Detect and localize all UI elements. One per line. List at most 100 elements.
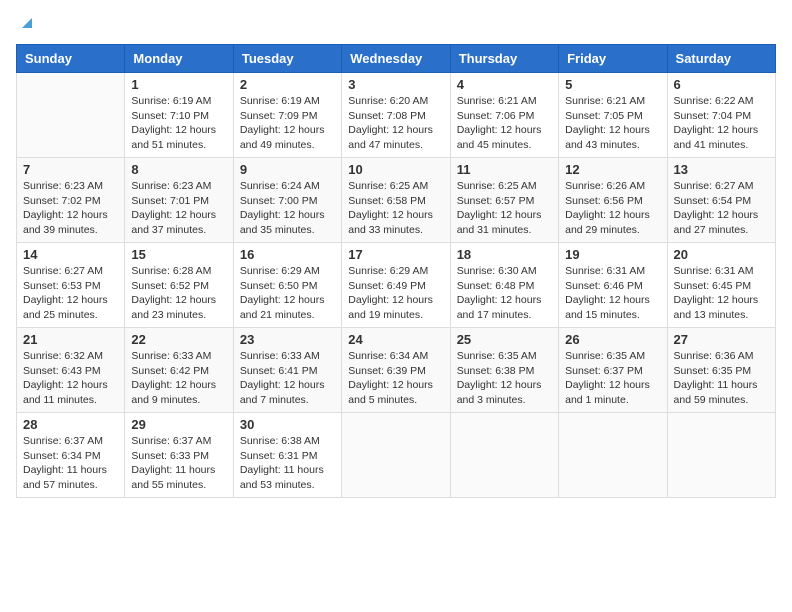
day-number: 23: [240, 332, 335, 347]
calendar-cell: 21 Sunrise: 6:32 AM Sunset: 6:43 PM Dayli…: [17, 328, 125, 413]
calendar-cell: 15 Sunrise: 6:28 AM Sunset: 6:52 PM Dayli…: [125, 243, 233, 328]
day-number: 29: [131, 417, 226, 432]
day-info: Sunrise: 6:30 AM Sunset: 6:48 PM Dayligh…: [457, 264, 552, 323]
calendar-cell: 24 Sunrise: 6:34 AM Sunset: 6:39 PM Dayli…: [342, 328, 450, 413]
day-number: 21: [23, 332, 118, 347]
day-number: 22: [131, 332, 226, 347]
calendar-cell: [450, 413, 558, 498]
day-number: 6: [674, 77, 769, 92]
page-header: [16, 16, 776, 32]
calendar-cell: 9 Sunrise: 6:24 AM Sunset: 7:00 PM Daylig…: [233, 158, 341, 243]
calendar-cell: 16 Sunrise: 6:29 AM Sunset: 6:50 PM Dayli…: [233, 243, 341, 328]
day-number: 28: [23, 417, 118, 432]
calendar-cell: 12 Sunrise: 6:26 AM Sunset: 6:56 PM Dayli…: [559, 158, 667, 243]
day-number: 25: [457, 332, 552, 347]
calendar-cell: 25 Sunrise: 6:35 AM Sunset: 6:38 PM Dayli…: [450, 328, 558, 413]
day-info: Sunrise: 6:33 AM Sunset: 6:42 PM Dayligh…: [131, 349, 226, 408]
day-info: Sunrise: 6:19 AM Sunset: 7:10 PM Dayligh…: [131, 94, 226, 153]
day-info: Sunrise: 6:24 AM Sunset: 7:00 PM Dayligh…: [240, 179, 335, 238]
day-info: Sunrise: 6:37 AM Sunset: 6:34 PM Dayligh…: [23, 434, 118, 493]
day-info: Sunrise: 6:29 AM Sunset: 6:50 PM Dayligh…: [240, 264, 335, 323]
logo: [16, 16, 36, 32]
day-info: Sunrise: 6:35 AM Sunset: 6:38 PM Dayligh…: [457, 349, 552, 408]
calendar-cell: 3 Sunrise: 6:20 AM Sunset: 7:08 PM Daylig…: [342, 73, 450, 158]
day-number: 20: [674, 247, 769, 262]
calendar-cell: 7 Sunrise: 6:23 AM Sunset: 7:02 PM Daylig…: [17, 158, 125, 243]
calendar-cell: 22 Sunrise: 6:33 AM Sunset: 6:42 PM Dayli…: [125, 328, 233, 413]
calendar-header-wednesday: Wednesday: [342, 45, 450, 73]
calendar-header-saturday: Saturday: [667, 45, 775, 73]
calendar-cell: 23 Sunrise: 6:33 AM Sunset: 6:41 PM Dayli…: [233, 328, 341, 413]
calendar-cell: 1 Sunrise: 6:19 AM Sunset: 7:10 PM Daylig…: [125, 73, 233, 158]
day-info: Sunrise: 6:26 AM Sunset: 6:56 PM Dayligh…: [565, 179, 660, 238]
day-info: Sunrise: 6:27 AM Sunset: 6:53 PM Dayligh…: [23, 264, 118, 323]
calendar-week-1: 1 Sunrise: 6:19 AM Sunset: 7:10 PM Daylig…: [17, 73, 776, 158]
calendar-cell: 14 Sunrise: 6:27 AM Sunset: 6:53 PM Dayli…: [17, 243, 125, 328]
calendar-header-thursday: Thursday: [450, 45, 558, 73]
day-info: Sunrise: 6:22 AM Sunset: 7:04 PM Dayligh…: [674, 94, 769, 153]
calendar-cell: 18 Sunrise: 6:30 AM Sunset: 6:48 PM Dayli…: [450, 243, 558, 328]
calendar-week-3: 14 Sunrise: 6:27 AM Sunset: 6:53 PM Dayli…: [17, 243, 776, 328]
day-number: 11: [457, 162, 552, 177]
day-info: Sunrise: 6:37 AM Sunset: 6:33 PM Dayligh…: [131, 434, 226, 493]
calendar-header-sunday: Sunday: [17, 45, 125, 73]
day-number: 16: [240, 247, 335, 262]
calendar-cell: 27 Sunrise: 6:36 AM Sunset: 6:35 PM Dayli…: [667, 328, 775, 413]
day-info: Sunrise: 6:36 AM Sunset: 6:35 PM Dayligh…: [674, 349, 769, 408]
day-number: 9: [240, 162, 335, 177]
calendar-week-5: 28 Sunrise: 6:37 AM Sunset: 6:34 PM Dayli…: [17, 413, 776, 498]
calendar-cell: [342, 413, 450, 498]
calendar-week-4: 21 Sunrise: 6:32 AM Sunset: 6:43 PM Dayli…: [17, 328, 776, 413]
calendar-cell: 8 Sunrise: 6:23 AM Sunset: 7:01 PM Daylig…: [125, 158, 233, 243]
day-number: 15: [131, 247, 226, 262]
calendar-cell: 5 Sunrise: 6:21 AM Sunset: 7:05 PM Daylig…: [559, 73, 667, 158]
calendar-cell: 2 Sunrise: 6:19 AM Sunset: 7:09 PM Daylig…: [233, 73, 341, 158]
day-number: 12: [565, 162, 660, 177]
calendar-cell: 4Sunrise: 6:21 AM Sunset: 7:06 PM Daylig…: [450, 73, 558, 158]
day-number: 14: [23, 247, 118, 262]
day-info: Sunrise: 6:29 AM Sunset: 6:49 PM Dayligh…: [348, 264, 443, 323]
day-info: Sunrise: 6:23 AM Sunset: 7:02 PM Dayligh…: [23, 179, 118, 238]
day-info: Sunrise: 6:34 AM Sunset: 6:39 PM Dayligh…: [348, 349, 443, 408]
day-number: 30: [240, 417, 335, 432]
day-info: Sunrise: 6:23 AM Sunset: 7:01 PM Dayligh…: [131, 179, 226, 238]
calendar-cell: 6 Sunrise: 6:22 AM Sunset: 7:04 PM Daylig…: [667, 73, 775, 158]
calendar-header-tuesday: Tuesday: [233, 45, 341, 73]
day-info: Sunrise: 6:28 AM Sunset: 6:52 PM Dayligh…: [131, 264, 226, 323]
day-number: 27: [674, 332, 769, 347]
day-info: Sunrise: 6:21 AM Sunset: 7:05 PM Dayligh…: [565, 94, 660, 153]
calendar-header-row: SundayMondayTuesdayWednesdayThursdayFrid…: [17, 45, 776, 73]
day-info: Sunrise: 6:32 AM Sunset: 6:43 PM Dayligh…: [23, 349, 118, 408]
day-number: 8: [131, 162, 226, 177]
calendar-cell: 28 Sunrise: 6:37 AM Sunset: 6:34 PM Dayli…: [17, 413, 125, 498]
day-number: 17: [348, 247, 443, 262]
day-info: Sunrise: 6:35 AM Sunset: 6:37 PM Dayligh…: [565, 349, 660, 408]
day-number: 2: [240, 77, 335, 92]
day-number: 7: [23, 162, 118, 177]
day-number: 5: [565, 77, 660, 92]
calendar-cell: [559, 413, 667, 498]
calendar-header-friday: Friday: [559, 45, 667, 73]
day-info: Sunrise: 6:33 AM Sunset: 6:41 PM Dayligh…: [240, 349, 335, 408]
calendar-table: SundayMondayTuesdayWednesdayThursdayFrid…: [16, 44, 776, 498]
calendar-cell: 19 Sunrise: 6:31 AM Sunset: 6:46 PM Dayli…: [559, 243, 667, 328]
calendar-cell: [17, 73, 125, 158]
calendar-cell: 20Sunrise: 6:31 AM Sunset: 6:45 PM Dayli…: [667, 243, 775, 328]
day-info: Sunrise: 6:20 AM Sunset: 7:08 PM Dayligh…: [348, 94, 443, 153]
day-number: 19: [565, 247, 660, 262]
day-info: Sunrise: 6:31 AM Sunset: 6:46 PM Dayligh…: [565, 264, 660, 323]
day-info: Sunrise: 6:19 AM Sunset: 7:09 PM Dayligh…: [240, 94, 335, 153]
day-info: Sunrise: 6:27 AM Sunset: 6:54 PM Dayligh…: [674, 179, 769, 238]
day-number: 10: [348, 162, 443, 177]
day-number: 3: [348, 77, 443, 92]
day-number: 24: [348, 332, 443, 347]
day-number: 4: [457, 77, 552, 92]
day-number: 1: [131, 77, 226, 92]
calendar-cell: 26Sunrise: 6:35 AM Sunset: 6:37 PM Dayli…: [559, 328, 667, 413]
calendar-cell: 30Sunrise: 6:38 AM Sunset: 6:31 PM Dayli…: [233, 413, 341, 498]
calendar-cell: 13 Sunrise: 6:27 AM Sunset: 6:54 PM Dayli…: [667, 158, 775, 243]
day-info: Sunrise: 6:25 AM Sunset: 6:57 PM Dayligh…: [457, 179, 552, 238]
day-info: Sunrise: 6:25 AM Sunset: 6:58 PM Dayligh…: [348, 179, 443, 238]
day-number: 18: [457, 247, 552, 262]
day-number: 13: [674, 162, 769, 177]
